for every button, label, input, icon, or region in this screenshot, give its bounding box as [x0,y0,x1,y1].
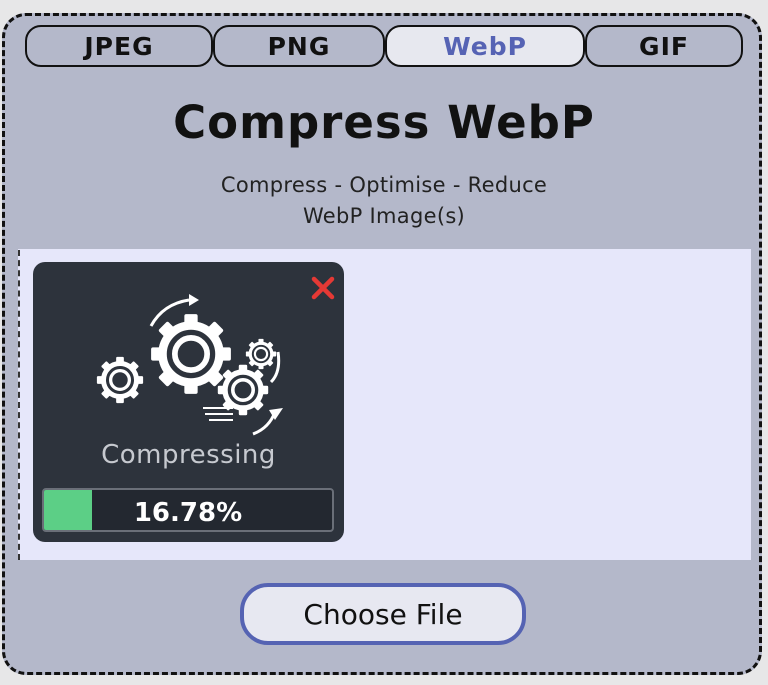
file-card: Compressing 16.78% [33,262,344,542]
progress-percent: 16.78% [133,498,243,528]
progress-bar: 16.78% [42,488,334,532]
drop-zone-border [18,250,20,560]
tab-webp[interactable]: WebP [385,25,585,67]
compress-status: Compressing [101,440,276,470]
choose-file-button[interactable]: Choose File [240,583,526,645]
gears-icon [93,294,283,436]
tab-png[interactable]: PNG [213,25,385,67]
page-subtitle-line1: Compress - Optimise - Reduce [220,173,548,197]
close-icon[interactable] [309,274,337,302]
page-title: Compress WebP [173,96,595,149]
tab-gif[interactable]: GIF [585,25,743,67]
format-tabs: JPEG PNG WebP GIF [25,25,743,67]
page-subtitle-line2: WebP Image(s) [302,204,466,228]
tab-jpeg[interactable]: JPEG [25,25,213,67]
